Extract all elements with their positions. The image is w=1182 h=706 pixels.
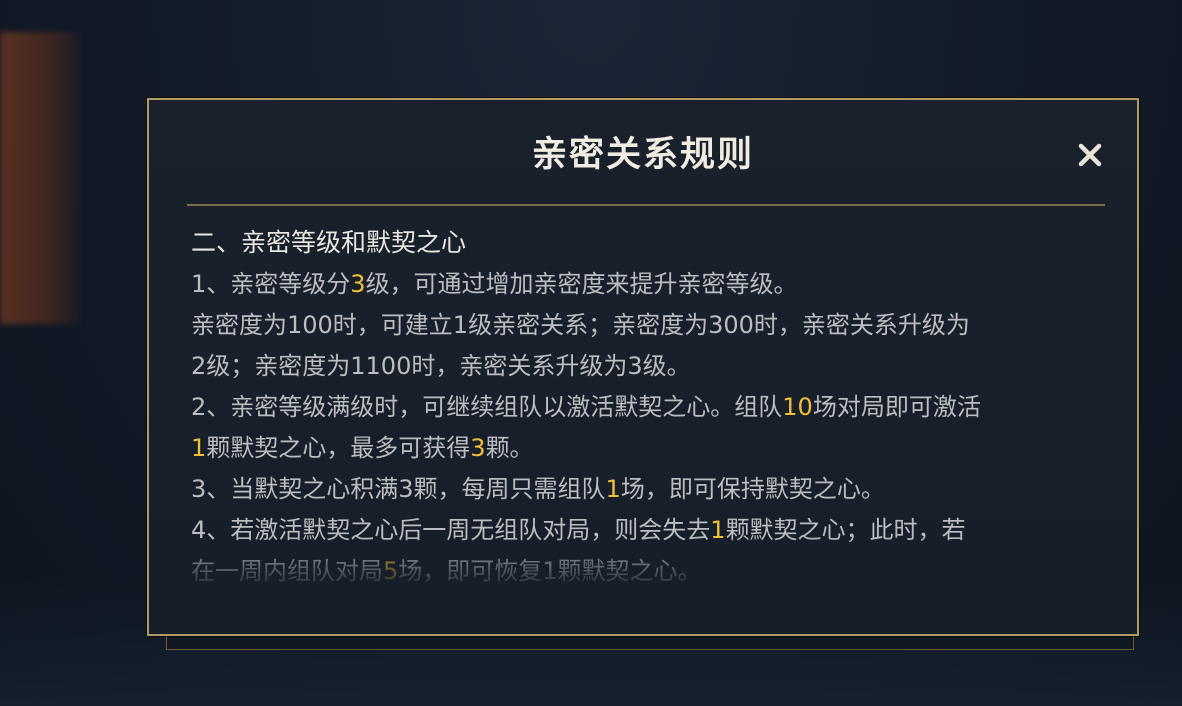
- rule-2: 2、亲密等级满级时，可继续组队以激活默契之心。组队10场对局即可激活 1颗默契之心…: [191, 387, 1111, 469]
- dialog-title: 亲密关系规则: [531, 135, 754, 175]
- rule-2-number-matches: 10: [782, 393, 813, 421]
- rule-4-number-lost: 1: [710, 516, 726, 544]
- rule-1-detail-line-2: 2级；亲密度为1100时，亲密关系升级为3级。: [191, 352, 691, 380]
- rule-2-text-d: 颗。: [485, 434, 534, 462]
- rule-3-text-a: 3、当默契之心积满3颗，每周只需组队: [191, 475, 606, 503]
- background-glow: [0, 32, 80, 324]
- rule-1: 1、亲密等级分3级，可通过增加亲密度来提升亲密等级。: [191, 264, 1111, 305]
- rule-2-number-hearts: 1: [191, 434, 207, 462]
- close-icon: [1078, 143, 1102, 167]
- rule-3: 3、当默契之心积满3颗，每周只需组队1场，即可保持默契之心。: [191, 469, 1111, 510]
- rule-2-text-c: 颗默契之心，最多可获得: [206, 434, 471, 462]
- section-heading: 二、亲密等级和默契之心: [191, 228, 467, 257]
- rule-1-number-levels: 3: [350, 270, 366, 298]
- rule-1-detail-line-1: 亲密度为100时，可建立1级亲密关系；亲密度为300时，亲密关系升级为: [191, 311, 970, 339]
- rules-dialog: 亲密关系规则 二、亲密等级和默契之心 1、亲密等级分3级，可通过增加亲密度来提升…: [147, 98, 1139, 636]
- rule-4-text-c: 在一周内组队对局: [191, 557, 383, 585]
- rule-3-number-matches: 1: [605, 475, 621, 503]
- rule-4-number-matches: 5: [383, 557, 399, 585]
- rule-2-number-max: 3: [470, 434, 486, 462]
- rule-3-text-b: 场，即可保持默契之心。: [620, 475, 885, 503]
- rule-1-text-a: 1、亲密等级分: [191, 270, 351, 298]
- rule-2-text-a: 2、亲密等级满级时，可继续组队以激活默契之心。组队: [191, 393, 783, 421]
- rule-4-text-b: 颗默契之心；此时，若: [725, 516, 966, 544]
- rules-content[interactable]: 二、亲密等级和默契之心 1、亲密等级分3级，可通过增加亲密度来提升亲密等级。 亲…: [191, 222, 1111, 594]
- rule-4-text-d: 场，即可恢复1颗默契之心。: [398, 557, 702, 585]
- title-divider: [187, 204, 1105, 206]
- rule-4: 4、若激活默契之心后一周无组队对局，则会失去1颗默契之心；此时，若在一周内组队对…: [191, 510, 1111, 592]
- rule-4-text-a: 4、若激活默契之心后一周无组队对局，则会失去: [191, 516, 711, 544]
- close-button[interactable]: [1071, 136, 1109, 174]
- rule-1-text-b: 级，可通过增加亲密度来提升亲密等级。: [365, 270, 798, 298]
- rule-2-text-b: 场对局即可激活: [812, 393, 981, 421]
